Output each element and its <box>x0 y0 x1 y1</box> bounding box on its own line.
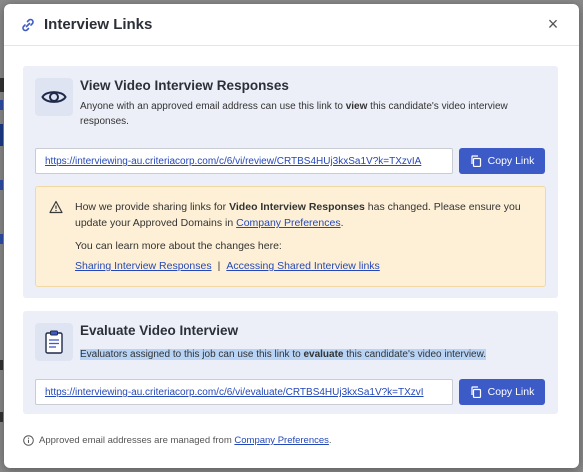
view-responses-section: View Video Interview Responses Anyone wi… <box>23 66 558 298</box>
copy-link-label: Copy Link <box>487 386 535 398</box>
url-row: https://interviewing-au.criteriacorp.com… <box>35 379 545 405</box>
sharing-interview-responses-link[interactable]: Sharing Interview Responses <box>75 260 212 272</box>
learn-more-text: You can learn more about the changes her… <box>75 240 282 252</box>
accessing-shared-links-link[interactable]: Accessing Shared Interview links <box>226 260 380 272</box>
url-row: https://interviewing-au.criteriacorp.com… <box>35 148 545 174</box>
company-preferences-link[interactable]: Company Preferences <box>236 217 340 229</box>
modal-title: Interview Links <box>44 16 153 33</box>
review-link-field[interactable]: https://interviewing-au.criteriacorp.com… <box>35 148 453 174</box>
warning-links: Sharing Interview Responses | Accessing … <box>75 260 380 272</box>
copy-link-button[interactable]: Copy Link <box>459 379 545 405</box>
warning-notice: How we provide sharing links for Video I… <box>35 186 546 287</box>
copy-link-button[interactable]: Copy Link <box>459 148 545 174</box>
warning-icon <box>49 200 63 214</box>
copy-link-label: Copy Link <box>487 155 535 167</box>
copy-icon <box>470 386 482 398</box>
interview-links-modal: Interview Links × View Video Interview R… <box>4 4 579 468</box>
copy-icon <box>470 155 482 167</box>
section-title: View Video Interview Responses <box>80 78 289 93</box>
eye-icon <box>35 78 73 116</box>
company-preferences-footer-link[interactable]: Company Preferences <box>234 435 329 446</box>
close-button[interactable]: × <box>543 14 563 35</box>
background-fragment <box>0 100 3 110</box>
modal-header: Interview Links × <box>4 4 579 46</box>
background-fragment <box>0 234 3 244</box>
footer-note: Approved email addresses are managed fro… <box>23 435 332 446</box>
link-icon <box>20 17 36 33</box>
warning-message: How we provide sharing links for Video I… <box>75 201 521 229</box>
background-fragment <box>0 412 3 422</box>
clipboard-icon <box>35 323 73 361</box>
link-separator: | <box>217 260 221 272</box>
evaluate-section: Evaluate Video Interview Evaluators assi… <box>23 311 558 414</box>
section-description: Evaluators assigned to this job can use … <box>80 349 487 360</box>
section-description: Anyone with an approved email address ca… <box>80 101 508 127</box>
info-icon <box>23 435 34 446</box>
background-fragment <box>0 360 3 370</box>
section-title: Evaluate Video Interview <box>80 323 239 338</box>
background-fragment <box>0 124 3 146</box>
background-fragment <box>0 180 3 190</box>
evaluate-link-field[interactable]: https://interviewing-au.criteriacorp.com… <box>35 379 453 405</box>
